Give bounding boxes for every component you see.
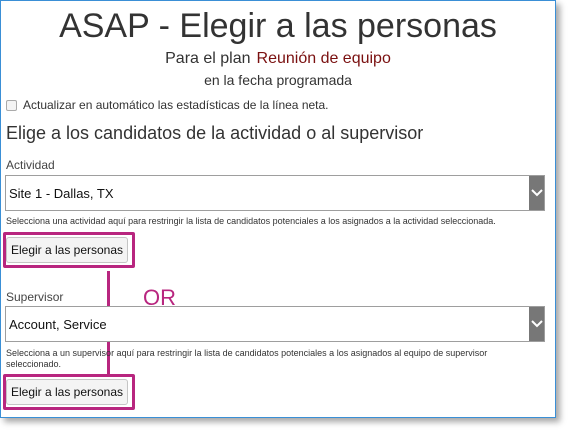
checkbox-unchecked-icon[interactable]: [6, 99, 17, 111]
chevron-down-icon[interactable]: [529, 176, 544, 210]
page-title: ASAP - Elegir a las personas: [59, 7, 497, 45]
supervisor-help-text: Selecciona a un supervisor aquí para res…: [6, 348, 488, 369]
section-heading: Elige a los candidatos de la actividad o…: [6, 123, 424, 143]
activity-select[interactable]: Site 1 - Dallas, TX: [5, 175, 545, 211]
supervisor-select[interactable]: Account, Service: [5, 306, 545, 342]
plan-line: Para el plan Reunión de equipo: [1, 49, 555, 69]
plan-prefix: Para el plan: [165, 50, 251, 67]
dialog-frame: ASAP - Elegir a las personas Para el pla…: [0, 0, 556, 418]
date-line: en la fecha programada: [204, 72, 352, 88]
supervisor-selected-value: Account, Service: [9, 316, 107, 332]
activity-pick-people-button[interactable]: Elegir a las personas: [6, 237, 128, 263]
auto-update-option[interactable]: Actualizar en automático las estadística…: [6, 98, 329, 112]
supervisor-pick-people-button[interactable]: Elegir a las personas: [6, 379, 128, 405]
activity-selected-value: Site 1 - Dallas, TX: [9, 185, 114, 201]
plan-name: Reunión de equipo: [256, 50, 391, 67]
chevron-down-icon[interactable]: [529, 307, 544, 341]
supervisor-label: Supervisor: [6, 290, 64, 304]
activity-help-text: Selecciona una actividad aquí para restr…: [6, 216, 496, 226]
auto-update-label: Actualizar en automático las estadística…: [23, 98, 329, 112]
activity-label: Actividad: [6, 158, 55, 172]
